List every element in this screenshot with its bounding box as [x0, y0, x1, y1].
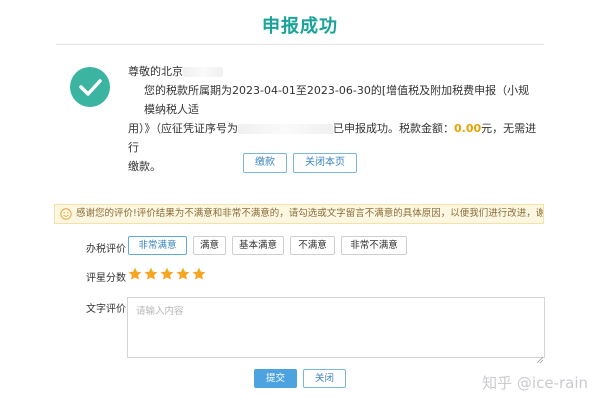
- notice-text: 感谢您的评价!评价结果为不满意和非常不满意的，请勾选或文字留言不满意的具体原因，…: [76, 208, 544, 219]
- smile-icon: [60, 208, 72, 220]
- title-divider: [56, 44, 544, 45]
- star-rating: [127, 266, 207, 282]
- star-icon[interactable]: [191, 266, 207, 282]
- stars-label: 评星分数: [86, 273, 126, 284]
- rating-option-very-satisfied[interactable]: 非常满意: [128, 236, 187, 255]
- rating-options: 非常满意 满意 基本满意 不满意 非常不满意: [128, 236, 413, 255]
- star-icon[interactable]: [143, 266, 159, 282]
- star-icon[interactable]: [175, 266, 191, 282]
- pay-button[interactable]: 缴款: [243, 153, 287, 173]
- message-greeting-line: 尊敬的北京: [128, 62, 540, 81]
- action-buttons: 缴款 关闭本页: [0, 153, 600, 173]
- comment-label: 文字评价: [86, 304, 126, 315]
- close-page-button[interactable]: 关闭本页: [293, 153, 357, 173]
- rating-option-satisfied[interactable]: 满意: [193, 236, 226, 255]
- rating-option-dissatisfied[interactable]: 不满意: [290, 236, 335, 255]
- rating-option-basically-satisfied[interactable]: 基本满意: [232, 236, 284, 255]
- redacted-certificate-number: [238, 124, 333, 134]
- watermark: 知乎 @ice-rain: [482, 374, 588, 392]
- redacted-name: [183, 67, 223, 77]
- message-line-2-prefix: 用）》（应征凭证序号为: [128, 122, 238, 135]
- message-greeting: 尊敬的北京: [128, 65, 183, 78]
- comment-textarea[interactable]: [127, 297, 545, 358]
- rating-option-very-dissatisfied[interactable]: 非常不满意: [341, 236, 407, 255]
- rating-label: 办税评价: [86, 244, 126, 255]
- tax-amount: 0.00: [454, 122, 482, 135]
- feedback-notice: 感谢您的评价!评价结果为不满意和非常不满意的，请勾选或文字留言不满意的具体原因，…: [54, 204, 544, 224]
- message-line-2-suffix: 已申报成功。税款金额：: [333, 122, 454, 135]
- page-title: 申报成功: [262, 16, 338, 37]
- submit-button[interactable]: 提交: [253, 369, 297, 388]
- star-icon[interactable]: [159, 266, 175, 282]
- message-line-1: 您的税款所属期为2023-04-01至2023-06-30的[增值税及附加税费申…: [144, 84, 530, 116]
- message-line-2: 用）》（应征凭证序号为 已申报成功。税款金额：0.00元，无需进行: [128, 119, 540, 157]
- success-check-icon: [70, 67, 110, 107]
- close-button[interactable]: 关闭: [303, 369, 347, 388]
- resize-grip-icon[interactable]: [536, 349, 544, 364]
- star-icon[interactable]: [127, 266, 143, 282]
